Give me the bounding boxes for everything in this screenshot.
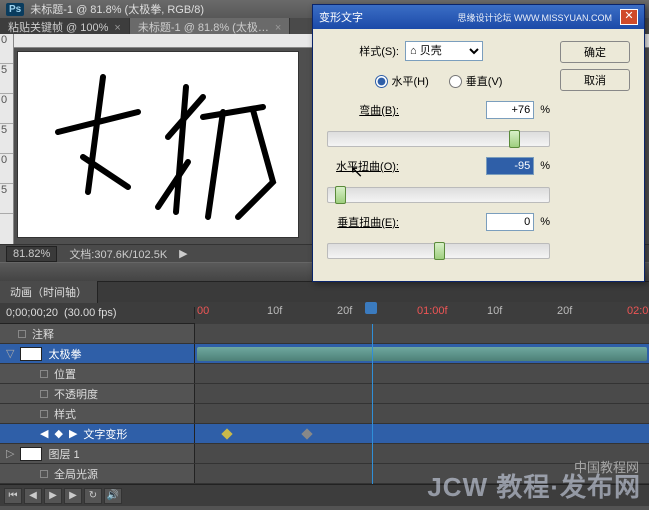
vdist-label: 垂直扭曲(E): — [327, 214, 399, 230]
hdist-slider[interactable] — [327, 187, 550, 203]
fps: (30.00 fps) — [64, 307, 117, 319]
dialog-title: 变形文字 — [319, 9, 363, 25]
bend-label: 弯曲(B): — [327, 102, 399, 118]
doc-info: 文档:307.6K/102.5K — [69, 246, 167, 262]
prev-key-icon[interactable]: ◀ — [40, 427, 48, 440]
add-key-icon[interactable]: ◆ — [54, 427, 62, 440]
next-key-icon[interactable]: ▶ — [69, 427, 77, 440]
timeline-panel: 0;00;00;20 (30.00 fps) 00 10f 20f 01:00f… — [0, 302, 649, 506]
disclosure-icon[interactable]: ▽ — [6, 347, 14, 360]
layer-thumb — [20, 347, 42, 361]
calligraphy-text — [28, 62, 288, 232]
zoom-level[interactable]: 81.82% — [6, 246, 57, 262]
stopwatch-icon[interactable] — [40, 470, 48, 478]
next-frame-icon[interactable]: ▶ — [64, 488, 82, 504]
stopwatch-icon[interactable] — [40, 390, 48, 398]
keyframe-icon[interactable] — [221, 428, 232, 439]
stopwatch-icon[interactable] — [40, 370, 48, 378]
vertical-radio[interactable] — [449, 75, 462, 88]
doc-tab-1[interactable]: 未标题-1 @ 81.8% (太极…× — [130, 18, 290, 34]
close-icon[interactable]: × — [114, 22, 120, 34]
vertical-ruler: 050505 — [0, 34, 14, 244]
style-select[interactable]: ⌂ 贝壳 — [405, 41, 483, 61]
app-title: 未标题-1 @ 81.8% (太极拳, RGB/8) — [30, 1, 204, 17]
ps-logo: Ps — [6, 3, 24, 16]
play-icon[interactable]: ▶ — [44, 488, 62, 504]
prev-frame-icon[interactable]: ◀ — [24, 488, 42, 504]
timecode[interactable]: 0;00;00;20 — [6, 307, 58, 319]
bend-slider[interactable] — [327, 131, 550, 147]
timeline-controls: ⏮ ◀ ▶ ▶ ↻ 🔊 — [0, 484, 649, 506]
doc-tab-0[interactable]: 粘贴关键帧 @ 100%× — [0, 18, 130, 34]
play-icon[interactable]: ▶ — [179, 247, 187, 260]
layer-thumb — [20, 447, 42, 461]
close-icon[interactable]: ✕ — [620, 9, 638, 25]
hdist-label: 水平扭曲(O): — [327, 158, 399, 174]
animation-tab[interactable]: 动画（时间轴） — [0, 281, 98, 303]
style-label: 样式(S): — [327, 43, 399, 59]
dialog-titlebar[interactable]: 变形文字 思缘设计论坛 WWW.MISSYUAN.COM ✕ — [313, 5, 644, 29]
sublayer-row[interactable]: ▷图层 1 — [0, 444, 649, 464]
rewind-icon[interactable]: ⏮ — [4, 488, 22, 504]
ok-button[interactable]: 确定 — [560, 41, 630, 63]
playhead[interactable] — [365, 302, 377, 314]
animation-panel-tabbar: 动画（时间轴） — [0, 282, 649, 302]
stopwatch-icon[interactable] — [40, 410, 48, 418]
time-ruler[interactable]: 00 10f 20f 01:00f 10f 20f 02:0 — [195, 302, 649, 324]
clip-bar[interactable] — [197, 347, 647, 361]
vdist-input[interactable] — [486, 213, 534, 231]
layer-row[interactable]: ▽太极拳 — [0, 344, 649, 364]
text-warp-row[interactable]: ◀◆▶文字变形 — [0, 424, 649, 444]
close-icon[interactable]: × — [275, 22, 281, 34]
stopwatch-icon[interactable] — [18, 330, 26, 338]
keyframe-icon[interactable] — [301, 428, 312, 439]
canvas[interactable] — [18, 52, 298, 237]
audio-icon[interactable]: 🔊 — [104, 488, 122, 504]
warp-text-dialog: 变形文字 思缘设计论坛 WWW.MISSYUAN.COM ✕ 样式(S): ⌂ … — [312, 4, 645, 282]
cancel-button[interactable]: 取消 — [560, 69, 630, 91]
forum-credit: 思缘设计论坛 WWW.MISSYUAN.COM — [458, 11, 613, 24]
vdist-slider[interactable] — [327, 243, 550, 259]
bend-input[interactable] — [486, 101, 534, 119]
horizontal-radio[interactable] — [375, 75, 388, 88]
hdist-input[interactable] — [486, 157, 534, 175]
loop-icon[interactable]: ↻ — [84, 488, 102, 504]
disclosure-icon[interactable]: ▷ — [6, 447, 14, 460]
